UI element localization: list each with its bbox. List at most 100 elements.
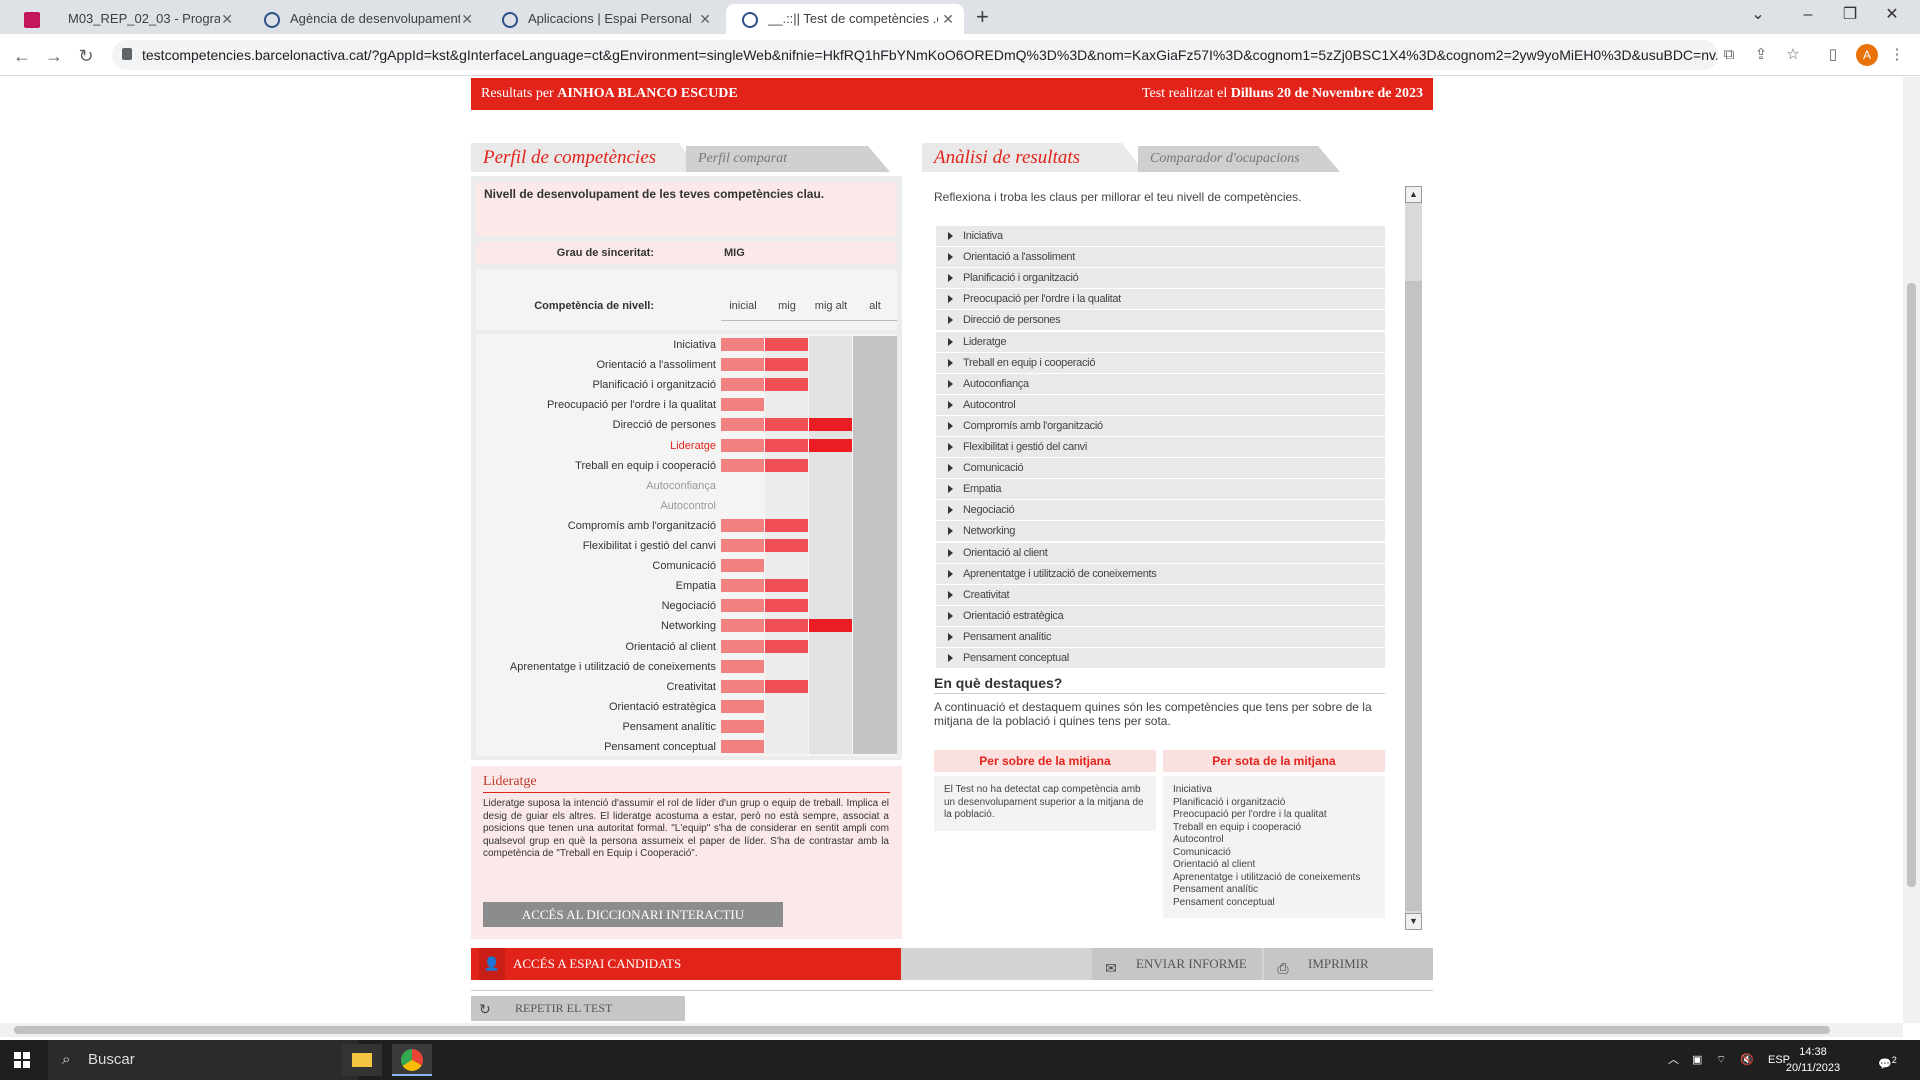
chart-row-label[interactable]: Aprenentatge i utilització de coneixemen…	[476, 657, 716, 677]
chart-row-label[interactable]: Networking	[476, 616, 716, 636]
share-icon[interactable]: ⇪	[1752, 46, 1770, 64]
browser-tab-1[interactable]: M03_REP_02_03 - Progran ✕	[8, 4, 243, 34]
analysis-accordion-item[interactable]: Comunicació	[936, 458, 1385, 479]
profile-avatar[interactable]: A	[1856, 44, 1878, 66]
analysis-accordion-item[interactable]: Autocontrol	[936, 394, 1385, 415]
analysis-accordion-item[interactable]: Orientació al client	[936, 542, 1385, 563]
chart-row-label[interactable]: Autocontrol	[476, 496, 716, 516]
envelope-icon: ✉	[1105, 962, 1117, 977]
taskbar-search[interactable]: ⌕ Buscar	[48, 1040, 358, 1080]
analysis-accordion-item[interactable]: Pensament conceptual	[936, 648, 1385, 668]
expand-triangle-icon	[948, 337, 953, 346]
close-window-icon[interactable]: ✕	[1864, 0, 1920, 34]
page-vertical-scrollbar[interactable]	[1903, 77, 1920, 1023]
accordion-label: Compromís amb l'organització	[963, 419, 1103, 432]
chart-row-label[interactable]: Empatia	[476, 576, 716, 596]
chart-row-label[interactable]: Direcció de persones	[476, 415, 716, 435]
chrome-icon[interactable]	[392, 1044, 432, 1076]
analysis-accordion-item[interactable]: Negociació	[936, 500, 1385, 521]
analysis-accordion-item[interactable]: Pensament analític	[936, 626, 1385, 647]
analysis-accordion-item[interactable]: Iniciativa	[936, 226, 1385, 246]
divider	[471, 990, 1433, 991]
wifi-icon[interactable]: ⌔	[1716, 1040, 1726, 1080]
new-tab-button[interactable]: +	[976, 4, 989, 30]
dictionary-button[interactable]: ACCÉS AL DICCIONARI INTERACTIU	[483, 902, 783, 927]
scroll-thumb[interactable]	[14, 1026, 1830, 1034]
analysis-accordion-item[interactable]: Orientació estratègica	[936, 605, 1385, 626]
volume-muted-icon[interactable]: 🔇	[1740, 1040, 1754, 1080]
translate-icon[interactable]: ⧉	[1720, 46, 1738, 64]
analysis-accordion-item[interactable]: Autoconfiança	[936, 373, 1385, 394]
url-input[interactable]: testcompetencies.barcelonactiva.cat/?gAp…	[112, 40, 1718, 70]
accordion-label: Empatia	[963, 483, 1002, 496]
candidates-button[interactable]: 👤 ACCÉS A ESPAI CANDIDATS	[471, 948, 901, 980]
chart-row-label[interactable]: Treball en equip i cooperació	[476, 456, 716, 476]
browser-tab-4-active[interactable]: __.::|| Test de competències .clas ✕	[726, 4, 964, 34]
forward-icon[interactable]: →	[40, 42, 68, 70]
tab-perfil-competencies[interactable]: Perfil de competències	[471, 143, 701, 172]
side-panel-icon[interactable]: ▯	[1824, 46, 1842, 64]
analysis-accordion-item[interactable]: Aprenentatge i utilització de coneixemen…	[936, 563, 1385, 584]
chart-bar-segment	[721, 418, 764, 432]
close-tab-icon[interactable]: ✕	[942, 4, 954, 34]
close-tab-icon[interactable]: ✕	[221, 4, 233, 34]
analysis-accordion-item[interactable]: Orientació a l'assoliment	[936, 247, 1385, 268]
page-horizontal-scrollbar[interactable]	[0, 1023, 1903, 1037]
tab-comparador-ocupacions[interactable]: Comparador d'ocupacions	[1138, 146, 1340, 172]
chart-row-label[interactable]: Orientació estratègica	[476, 697, 716, 717]
scroll-thumb[interactable]	[1405, 281, 1422, 911]
chart-row-label[interactable]: Pensament analític	[476, 717, 716, 737]
tab-analisi-resultats[interactable]: Anàlisi de resultats	[922, 143, 1144, 172]
analysis-accordion-item[interactable]: Preocupació per l'ordre i la qualitat	[936, 289, 1385, 310]
repeat-test-button[interactable]: ↻ REPETIR EL TEST	[471, 996, 685, 1021]
chart-row-label[interactable]: Flexibilitat i gestió del canvi	[476, 536, 716, 556]
scroll-thumb[interactable]	[1907, 283, 1916, 887]
chart-row-label[interactable]: Planificació i organització	[476, 375, 716, 395]
analysis-accordion-item[interactable]: Flexibilitat i gestió del canvi	[936, 437, 1385, 457]
tab-perfil-comparat[interactable]: Perfil comparat	[686, 146, 890, 172]
print-button[interactable]: ⎙ IMPRIMIR	[1264, 948, 1433, 980]
chart-bar-segment	[765, 358, 808, 372]
file-explorer-icon[interactable]	[342, 1044, 382, 1076]
chart-bar-segment	[721, 740, 764, 753]
chart-row-label[interactable]: Autoconfiança	[476, 476, 716, 496]
analysis-accordion-item[interactable]: Empatia	[936, 479, 1385, 500]
chart-row-label[interactable]: Compromís amb l'organització	[476, 516, 716, 536]
chart-row-label[interactable]: Negociació	[476, 596, 716, 616]
windows-start-icon[interactable]	[14, 1052, 30, 1068]
tab-search-icon[interactable]: ⌄	[1730, 0, 1786, 34]
analysis-scrollbar[interactable]: ▲ ▼	[1405, 186, 1422, 930]
taskbar-clock[interactable]: 14:38 20/11/2023	[1776, 1044, 1850, 1076]
browser-tab-3[interactable]: Aplicacions | Espai Personal ✕	[486, 4, 721, 34]
scroll-up-icon[interactable]: ▲	[1405, 186, 1422, 203]
tray-expand-icon[interactable]: ︿	[1668, 1040, 1679, 1080]
chart-row-label[interactable]: Comunicació	[476, 556, 716, 576]
analysis-accordion-item[interactable]: Lideratge	[936, 331, 1385, 352]
accordion-label: Orientació al client	[963, 546, 1048, 559]
analysis-accordion-item[interactable]: Creativitat	[936, 584, 1385, 605]
chart-row-label[interactable]: Orientació a l'assoliment	[476, 355, 717, 375]
chart-row-label[interactable]: Pensament conceptual	[476, 737, 716, 757]
close-tab-icon[interactable]: ✕	[699, 4, 711, 34]
close-tab-icon[interactable]: ✕	[461, 4, 473, 34]
chart-row-label[interactable]: Orientació al client	[476, 637, 717, 657]
bookmark-star-icon[interactable]: ☆	[1784, 46, 1802, 64]
chart-row-label[interactable]: Preocupació per l'ordre i la qualitat	[476, 395, 716, 415]
chart-row-label[interactable]: Creativitat	[476, 677, 716, 697]
back-icon[interactable]: ←	[8, 42, 36, 70]
analysis-accordion-item[interactable]: Networking	[936, 521, 1385, 542]
menu-kebab-icon[interactable]: ⋮	[1888, 46, 1906, 64]
meet-icon[interactable]: ▣	[1692, 1040, 1702, 1080]
analysis-accordion-item[interactable]: Treball en equip i cooperació	[936, 352, 1385, 373]
chart-bar-segment	[721, 539, 764, 552]
browser-tab-2[interactable]: Agència de desenvolupament lo ✕	[248, 4, 483, 34]
analysis-accordion-item[interactable]: Compromís amb l'organització	[936, 415, 1385, 436]
scroll-down-icon[interactable]: ▼	[1405, 913, 1422, 930]
send-report-button[interactable]: ✉ ENVIAR INFORME	[1092, 948, 1262, 980]
analysis-accordion-item[interactable]: Planificació i organització	[936, 268, 1385, 289]
notifications-icon[interactable]: 💬2	[1878, 1040, 1897, 1085]
analysis-accordion-item[interactable]: Direcció de persones	[936, 310, 1385, 331]
reload-icon[interactable]: ↻	[72, 42, 100, 70]
chart-row-label[interactable]: Lideratge	[476, 436, 716, 456]
chart-row-label[interactable]: Iniciativa	[476, 335, 716, 355]
